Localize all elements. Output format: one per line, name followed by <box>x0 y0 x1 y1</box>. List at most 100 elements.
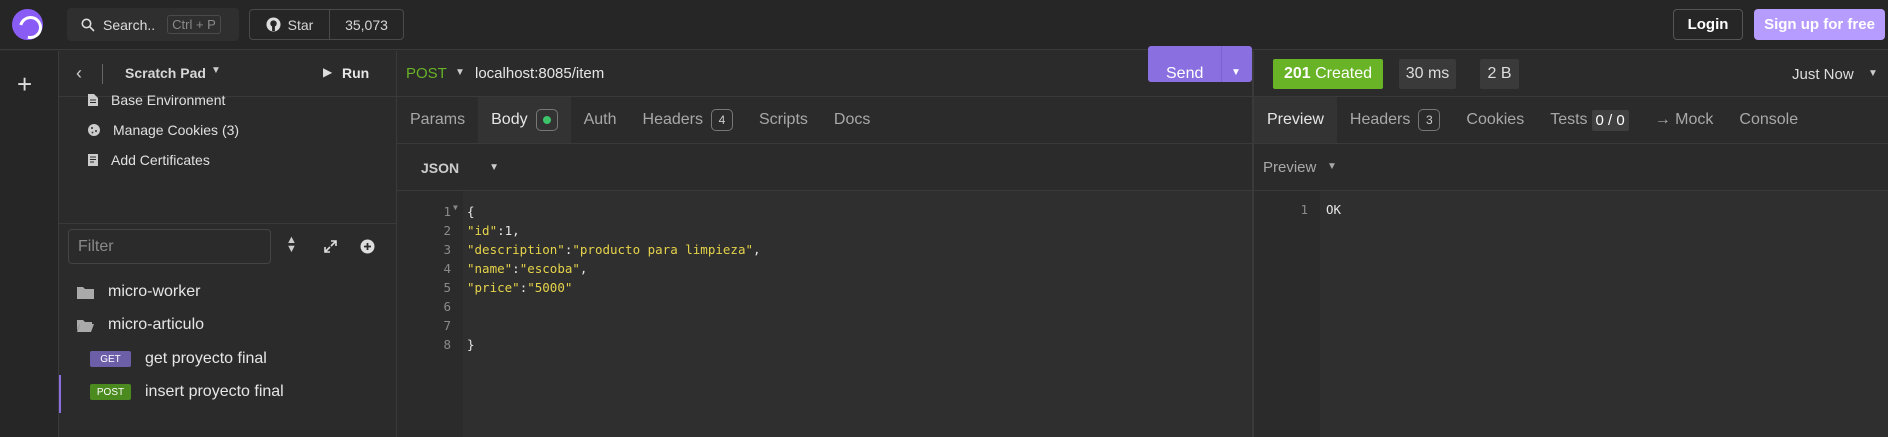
run-button[interactable]: Run <box>342 65 369 81</box>
preview-mode-select[interactable]: Preview <box>1263 159 1316 176</box>
code-line: "name":"escoba", <box>467 261 588 276</box>
response-body: OK <box>1326 202 1342 217</box>
tab-headers[interactable]: Headers 4 <box>630 97 746 143</box>
document-icon <box>88 94 98 106</box>
sidebar-header: ‹ Scratch Pad ▼ ▶ Run <box>59 51 397 97</box>
tab-body[interactable]: Body <box>478 97 571 143</box>
tab-params[interactable]: Params <box>397 97 478 143</box>
star-label: Star <box>287 16 314 33</box>
tree-request-get[interactable]: GET get proyecto final <box>90 350 267 368</box>
tab-mock[interactable]: → Mock <box>1642 97 1727 143</box>
search-shortcut: Ctrl + P <box>167 15 221 34</box>
tab-headers[interactable]: Headers 3 <box>1337 97 1453 143</box>
response-content <box>1320 191 1888 437</box>
url-bar: POST ▼ localhost:8085/item Send ▼ <box>397 46 1252 97</box>
workspace-title[interactable]: Scratch Pad <box>125 65 206 81</box>
search-icon <box>81 18 95 32</box>
signup-button[interactable]: Sign up for free <box>1754 9 1885 40</box>
status-text: Created <box>1315 65 1373 82</box>
chevron-down-icon[interactable]: ▼ <box>489 162 499 173</box>
response-tabs: Preview Headers 3 Cookies Tests 0 / 0 → Mo… <box>1254 97 1888 144</box>
tab-preview[interactable]: Preview <box>1254 97 1337 143</box>
status-badge: 201 Created <box>1273 59 1383 89</box>
folder-open-icon <box>77 320 94 332</box>
insomnia-logo[interactable] <box>12 9 43 40</box>
tree-request-post[interactable]: POST insert proyecto final <box>90 383 284 401</box>
tree-label: micro-articulo <box>108 316 205 333</box>
response-history-select[interactable]: Just Now <box>1792 66 1854 83</box>
tree-label: insert proyecto final <box>145 383 284 400</box>
tree-label: micro-worker <box>108 283 201 300</box>
body-type-select[interactable]: JSON <box>421 160 459 176</box>
line-number: 1 <box>443 204 451 219</box>
tree-folder-micro-worker[interactable]: micro-worker <box>77 283 200 301</box>
sidebar-item-label: Base Environment <box>111 92 226 108</box>
tree-folder-micro-articulo[interactable]: micro-articulo <box>77 316 204 334</box>
github-icon <box>266 17 281 32</box>
method-select[interactable]: POST <box>406 65 447 82</box>
sidebar-item-label: Add Certificates <box>111 152 210 168</box>
request-pane: POST ▼ localhost:8085/item Send ▼ Params… <box>397 46 1254 437</box>
divider <box>102 64 103 84</box>
tab-tests[interactable]: Tests 0 / 0 <box>1537 97 1642 143</box>
code-line: "price":"5000" <box>467 280 573 295</box>
response-size: 2 B <box>1480 59 1519 89</box>
code-editor[interactable]: 1 ▼ 2 3 4 5 6 7 8 { "id":1, "description… <box>397 191 1252 437</box>
method-badge: GET <box>90 351 131 367</box>
tab-console[interactable]: Console <box>1726 97 1811 143</box>
line-number: 4 <box>443 261 451 276</box>
back-chevron-icon[interactable]: ‹ <box>76 63 82 84</box>
tab-docs[interactable]: Docs <box>821 97 883 143</box>
send-label[interactable]: Send <box>1166 65 1203 83</box>
fold-icon[interactable]: ▼ <box>453 203 458 212</box>
line-number: 7 <box>443 318 451 333</box>
login-button[interactable]: Login <box>1673 9 1743 40</box>
chevron-down-icon[interactable]: ▼ <box>1868 68 1878 79</box>
chevron-down-icon[interactable]: ▼ <box>455 67 465 78</box>
line-number: 8 <box>443 337 451 352</box>
tab-label: Headers <box>1349 111 1411 128</box>
left-rail: + <box>0 51 59 437</box>
send-options-chevron-icon[interactable]: ▼ <box>1231 67 1241 78</box>
json-value: "escoba" <box>519 261 580 276</box>
sidebar-item-manage-cookies[interactable]: Manage Cookies (3) <box>87 122 239 138</box>
json-key: "price" <box>467 280 520 295</box>
github-star-group: Star 35,073 <box>249 9 404 40</box>
sort-icon[interactable]: ▲ ▼ <box>286 235 297 255</box>
url-input[interactable]: localhost:8085/item <box>475 65 604 82</box>
add-workspace-icon[interactable]: + <box>17 71 32 97</box>
tab-label: Console <box>1739 111 1799 128</box>
play-icon: ▶ <box>323 65 333 79</box>
expand-icon[interactable] <box>323 239 338 254</box>
sidebar-item-base-environment[interactable]: Base Environment <box>87 92 225 108</box>
line-number: 6 <box>443 299 451 314</box>
add-circle-icon[interactable] <box>360 239 375 254</box>
response-viewer[interactable]: 1 OK <box>1254 191 1888 437</box>
json-key: "description" <box>467 242 565 257</box>
code-line: { <box>467 204 475 219</box>
tab-label: Docs <box>833 111 871 128</box>
tab-auth[interactable]: Auth <box>571 97 630 143</box>
tab-label: Scripts <box>759 111 808 128</box>
editor-content[interactable]: { "id":1, "description":"producto para l… <box>463 191 1252 437</box>
certificate-icon <box>88 154 98 166</box>
json-value: "5000" <box>527 280 573 295</box>
tab-cookies[interactable]: Cookies <box>1453 97 1537 143</box>
response-gutter <box>1254 191 1320 437</box>
json-key: "id" <box>467 223 498 238</box>
star-count[interactable]: 35,073 <box>330 10 403 39</box>
top-bar: Search.. Ctrl + P Star 35,073 Login Sign… <box>0 0 1888 50</box>
github-star-button[interactable]: Star <box>250 10 330 39</box>
folder-icon <box>77 287 94 299</box>
filter-input[interactable]: Filter <box>68 229 271 264</box>
search-button[interactable]: Search.. Ctrl + P <box>67 8 239 41</box>
response-status-bar: 201 Created 30 ms 2 B Just Now ▼ <box>1254 51 1888 97</box>
line-number: 3 <box>443 242 451 257</box>
line-number: 2 <box>443 223 451 238</box>
chevron-down-icon[interactable]: ▼ <box>211 65 221 76</box>
json-value: "producto para limpieza" <box>572 242 753 257</box>
sidebar-item-add-certificates[interactable]: Add Certificates <box>87 152 210 168</box>
line-number: 5 <box>443 280 451 295</box>
tab-scripts[interactable]: Scripts <box>746 97 821 143</box>
chevron-down-icon[interactable]: ▼ <box>1327 161 1337 172</box>
